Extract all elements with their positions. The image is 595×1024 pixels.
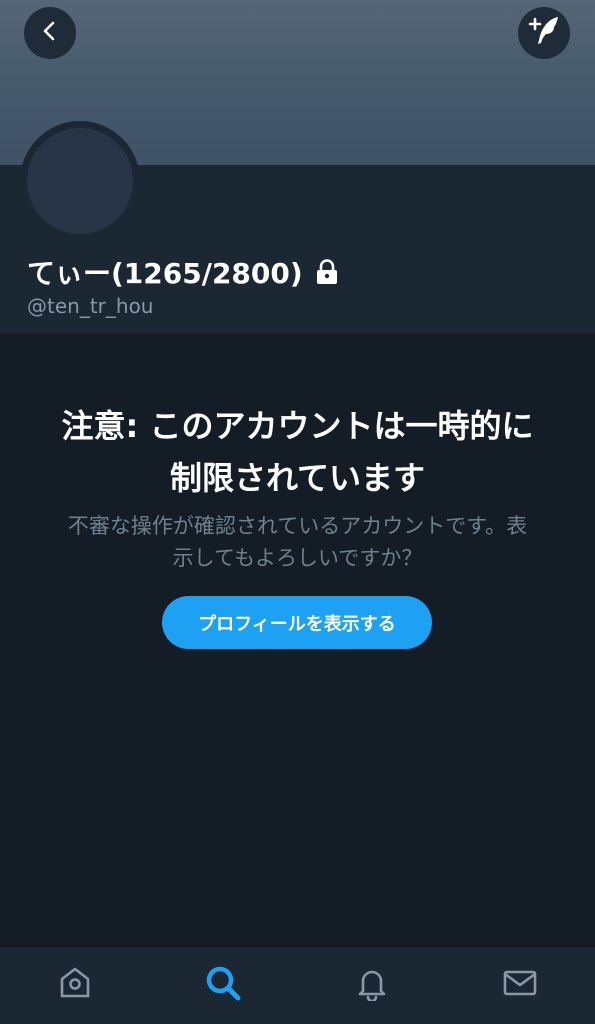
tab-notifications[interactable] (352, 965, 392, 1005)
restriction-notice: 注意: このアカウントは一時的に 制限されています 不審な操作が確認されているア… (40, 400, 555, 574)
avatar[interactable] (20, 121, 140, 241)
bell-icon (354, 965, 390, 1005)
avatar-image (27, 128, 133, 234)
handle: @ten_tr_hou (27, 294, 154, 318)
lock-icon (315, 259, 339, 285)
home-icon (57, 965, 93, 1005)
back-button[interactable] (24, 7, 76, 59)
tab-search[interactable] (203, 965, 243, 1005)
profile-screen: てぃー(1265/2800) @ten_tr_hou 注意: このアカウントは一… (0, 0, 595, 1024)
notice-title-line-1: 注意: このアカウントは一時的に (61, 407, 534, 445)
compose-tweet-icon (527, 14, 561, 52)
search-icon (204, 964, 242, 1006)
notice-title-line-2: 制限されています (169, 459, 426, 497)
display-name: てぃー(1265/2800) (27, 257, 303, 290)
chevron-left-icon (39, 20, 61, 46)
display-name-row: てぃー(1265/2800) (27, 250, 339, 294)
compose-tweet-button[interactable] (518, 7, 570, 59)
notice-body-line-1: 不審な操作が確認されているアカウントです。表 (67, 514, 528, 538)
tab-messages[interactable] (500, 965, 540, 1005)
notice-body-line-2: 示してもよろしいですか？ (172, 546, 423, 570)
tab-home[interactable] (55, 965, 95, 1005)
mail-icon (501, 965, 539, 1005)
notice-body: 不審な操作が確認されているアカウントです。表 示してもよろしいですか？ (40, 510, 555, 574)
view-profile-button[interactable]: プロフィールを表示する (162, 596, 432, 649)
notice-title: 注意: このアカウントは一時的に 制限されています (40, 400, 555, 504)
tab-bar (0, 946, 595, 1024)
